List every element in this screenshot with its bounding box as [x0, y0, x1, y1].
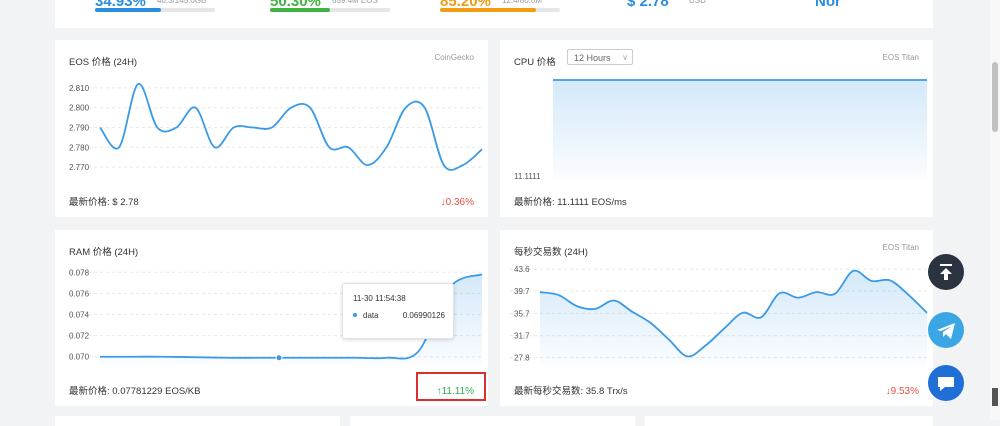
highlight-box [416, 372, 486, 401]
series-marker-icon [353, 313, 357, 317]
change-percent: ↓0.36% [440, 197, 474, 208]
latest-price: 最新价格: $ 2.78 [69, 197, 139, 208]
stat-value: Nor [815, 0, 841, 10]
cpu-price-chart[interactable]: 11.1111 [500, 40, 933, 217]
latest-price: 最新价格: 11.1111 EOS/ms [514, 197, 627, 208]
bottom-card-1 [55, 416, 340, 426]
stat-progress-fill [95, 8, 161, 12]
y-tick-label: 0.076 [69, 289, 90, 298]
stat-sub: 40.3/145.0GB [157, 0, 207, 5]
stat-sub: USD [689, 0, 706, 5]
stat-progress-bar [440, 8, 560, 12]
latest-tps: 最新每秒交易数: 35.8 Trx/s [514, 386, 628, 397]
stat-sub: 12.4/80.0M [502, 0, 543, 5]
y-tick-label: 2.770 [69, 163, 90, 172]
tooltip-value: 0.06990126 [402, 311, 445, 320]
tps-card: 每秒交易数 (24H) EOS Titan 43.6 39.7 35.7 31.7 27… [500, 230, 933, 406]
stat-progress-fill [440, 8, 536, 12]
tps-chart[interactable]: 43.6 39.7 35.7 31.7 27.8 [500, 230, 933, 406]
y-tick-label: 2.780 [69, 143, 90, 152]
tooltip-series: data [363, 311, 379, 320]
y-tick-label: 0.078 [69, 268, 90, 277]
scrollbar-thumb[interactable] [992, 62, 998, 132]
telegram-button[interactable] [928, 312, 964, 348]
y-tick-label: 0.072 [69, 332, 90, 341]
stat-progress-bar [95, 8, 215, 12]
y-tick-label: 2.800 [69, 104, 90, 113]
chevron-down-icon: ∨ [622, 53, 628, 62]
y-tick-label: 0.070 [69, 353, 90, 362]
y-tick-label: 27.8 [514, 354, 530, 363]
scroll-down-arrow[interactable] [992, 388, 998, 406]
series-area [553, 80, 927, 180]
chat-icon [938, 377, 954, 391]
y-tick-label: 2.790 [69, 123, 90, 132]
stat-sub: 659.4M EOS [332, 0, 378, 5]
y-tick-label: 2.810 [69, 84, 90, 93]
cpu-price-card: CPU 价格 EOS Titan 11.1111 最新价格: 11.1111 E… [500, 40, 933, 217]
tooltip-time: 11-30 11:54:38 [353, 294, 406, 303]
y-tick-label: 31.7 [514, 332, 530, 341]
stat-progress-bar [270, 8, 390, 12]
telegram-icon [937, 323, 955, 339]
y-tick-label: 0.074 [69, 311, 90, 320]
page-scrollbar[interactable] [990, 0, 1000, 420]
hovered-data-point[interactable] [275, 354, 283, 362]
top-stats-card: 34.93% 40.3/145.0GB 50.30% 659.4M EOS 85.20%… [55, 0, 933, 28]
stat-value: $ 2.78 [627, 0, 669, 10]
select-value: 12 Hours [574, 53, 611, 63]
series-line [99, 83, 483, 171]
bottom-card-3 [645, 416, 933, 426]
y-tick-label: 43.6 [514, 265, 530, 274]
arrow-up-to-line-icon [940, 264, 952, 280]
eos-price-chart[interactable]: 2.810 2.800 2.790 2.780 2.770 [55, 40, 488, 217]
y-tick-label: 39.7 [514, 287, 530, 296]
y-tick-label: 35.7 [514, 309, 530, 318]
latest-price: 最新价格: 0.07781229 EOS/KB [69, 386, 201, 397]
change-percent: ↓9.53% [885, 386, 919, 397]
chat-button[interactable] [928, 365, 964, 401]
chart-tooltip: 11-30 11:54:38 data 0.06990126 [342, 283, 454, 339]
back-to-top-button[interactable] [928, 254, 964, 290]
bottom-card-2 [350, 416, 635, 426]
stat-progress-fill [270, 8, 330, 12]
y-tick-label: 11.1111 [514, 172, 541, 181]
time-range-select[interactable]: 12 Hours ∨ [567, 49, 633, 65]
eos-price-card: EOS 价格 (24H) CoinGecko 2.810 2.800 2.790 2.… [55, 40, 488, 217]
